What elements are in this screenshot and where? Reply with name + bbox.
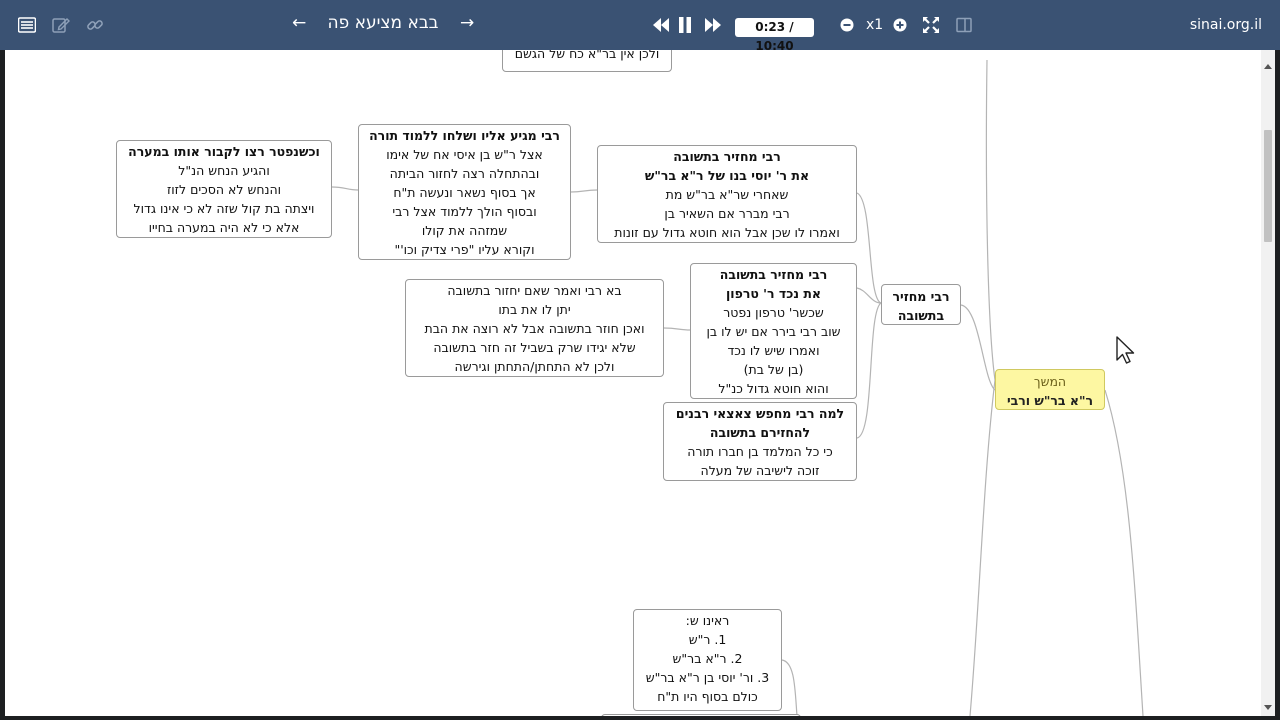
fullscreen-icon[interactable] [920,14,942,36]
node-why-rabbis-descendants[interactable]: למה רבי מחפש צאצאי רבנים להחזירם בתשובה … [663,402,857,481]
node-title: את נכד ר' טרפון [726,286,821,301]
node-line: שוב רבי בירר אם יש לו בן [706,324,841,339]
link-icon[interactable] [84,14,106,36]
node-line: ואמרו לו שכן אבל הוא חוטא גדול עם זונות [614,225,840,240]
node-continue-highlighted[interactable]: המשך ר"א בר"ש ורבי [995,369,1105,410]
connector-yossi-arrives [570,189,598,193]
top-toolbar: ← בבא מציעא פה → 0:23 / 10:40 x1 sinai.o… [0,0,1280,53]
node-title: להחזירם בתשובה [709,425,811,440]
node-line: ואמרו שיש לו נכד [727,343,820,358]
node-line: רבי מברר אם השאיר בן [664,206,790,221]
partial-top-node[interactable]: ולכן אין בר"א כח של הגשם [502,50,672,72]
connector-spine-bottom [969,379,996,716]
vertical-scrollbar[interactable] [1261,50,1275,716]
node-cave-burial[interactable]: וכשנפטר רצו לקבור אותו במערה והגיע הנחש … [116,140,332,238]
edit-icon[interactable] [50,14,72,36]
node-title: את ר' יוסי בנו של ר"א בר"ש [644,168,810,183]
fast-forward-icon[interactable] [702,14,724,36]
connector-right-branch [1104,389,1144,716]
node-line: אלא כי לא היה במערה בחייו [148,220,300,235]
node-rabbi-returns[interactable]: רבי מחזיר בתשובה [881,284,961,325]
scroll-up-arrow-icon[interactable] [1264,64,1272,69]
node-we-saw[interactable]: ראינו ש: 1. ר"ש 2. ר"א בר"ש 3. ור' יוסי … [633,609,782,711]
scrollbar-thumb[interactable] [1264,130,1272,242]
node-line: ולכן לא התחתן/התחתן וגירשה [454,359,615,374]
node-title: למה רבי מחפש צאצאי רבנים [675,406,845,421]
zoom-out-icon[interactable] [836,14,858,36]
node-title: רבי מחזיר בתשובה [673,149,781,164]
connector-returns-yossi [856,192,882,304]
page-title: בבא מציעא פה [327,13,439,33]
node-subtitle: המשך [1033,374,1067,389]
node-line: והוא חוטא גדול כנ"ל [718,381,829,396]
node-title: רבי מחזיר בתשובה [719,267,828,282]
connector-spine-top [985,59,996,381]
node-line: שאחרי שר"א בר"ש מת [665,187,789,202]
zoom-level: x1 [866,17,884,33]
partial-bottom-node[interactable] [601,714,801,716]
node-line: (בן של בת) [743,362,804,377]
node-line: 1. ר"ש [688,632,727,647]
node-line: כולם בסוף היו ת"ח [657,689,758,704]
mindmap-canvas[interactable]: ולכן אין בר"א כח של הגשם וכשנפטר רצו לקב… [5,50,1275,716]
playback-time: 0:23 / 10:40 [735,18,814,53]
node-title: רבי מחזיר [892,289,950,304]
node-line: אך בסוף נשאר ונעשה ת"ח [393,185,536,200]
connector-arrives-cave [331,186,359,191]
previous-page-arrow[interactable]: ← [292,13,306,33]
node-line: ואכן חוזר בתשובה אבל לא רוצה את הבת [424,321,645,336]
node-line: זוכה לישיבה של מעלה [700,463,820,478]
node-title: ר"א בר"ש ורבי [1006,393,1094,408]
connector-returns-why [856,302,882,439]
node-line: יתן לו את בתו [498,302,571,317]
node-title: וכשנפטר רצו לקבור אותו במערה [128,144,320,159]
next-page-arrow[interactable]: → [460,13,474,33]
layout-icon[interactable] [953,14,975,36]
node-text: ולכן אין בר"א כח של הגשם [514,50,660,61]
connector-wesaw [781,659,798,716]
zoom-in-icon[interactable] [889,14,911,36]
node-title: רבי מגיע אליו ושלחו ללמוד תורה [369,128,560,143]
node-line: שלא יגידו שרק בשביל זה חזר בתשובה [433,340,636,355]
node-line: אצל ר"ש בן איסי אח של אימו [386,147,543,162]
node-line: והגיע הנחש הנ"ל [178,163,270,178]
node-line: בא רבי ואמר שאם יחזור בתשובה [447,283,622,298]
node-line: ובהתחלה רצה לחזור הביתה [389,166,540,181]
node-daughter-offer[interactable]: בא רבי ואמר שאם יחזור בתשובה יתן לו את ב… [405,279,664,377]
node-line: שמזהה את קולו [421,223,508,238]
scroll-down-arrow-icon[interactable] [1264,705,1272,710]
site-name[interactable]: sinai.org.il [1190,17,1262,33]
list-icon[interactable] [16,14,38,36]
node-line: שכשר' טרפון נפטר [723,305,824,320]
rewind-icon[interactable] [650,14,672,36]
node-yossi-repentance[interactable]: רבי מחזיר בתשובה את ר' יוסי בנו של ר"א ב… [597,145,857,243]
node-rabbi-arrives[interactable]: רבי מגיע אליו ושלחו ללמוד תורה אצל ר"ש ב… [358,124,571,260]
node-line: ויצתה בת קול שזה לא כי אינו גדול [133,201,315,216]
node-tarfon-grandson[interactable]: רבי מחזיר בתשובה את נכד ר' טרפון שכשר' ט… [690,263,857,399]
connector-tarfon-daughter [663,327,691,331]
node-title: בתשובה [897,308,945,323]
node-line: וקורא עליו "פרי צדיק וכו'" [394,242,535,257]
node-line: 3. ור' יוסי בן ר"א בר"ש [645,670,770,685]
connector-returns-tarfon [856,287,882,304]
node-line: ראינו ש: [685,613,730,628]
node-line: כי כל המלמד בן חברו תורה [687,444,833,459]
mouse-cursor-icon [1116,336,1135,364]
pause-icon[interactable] [674,14,696,36]
node-line: 2. ר"א בר"ש [672,651,743,666]
node-line: ובסוף הולך ללמוד אצל רבי [392,204,537,219]
node-line: והנחש לא הסכים לזוז [166,182,282,197]
